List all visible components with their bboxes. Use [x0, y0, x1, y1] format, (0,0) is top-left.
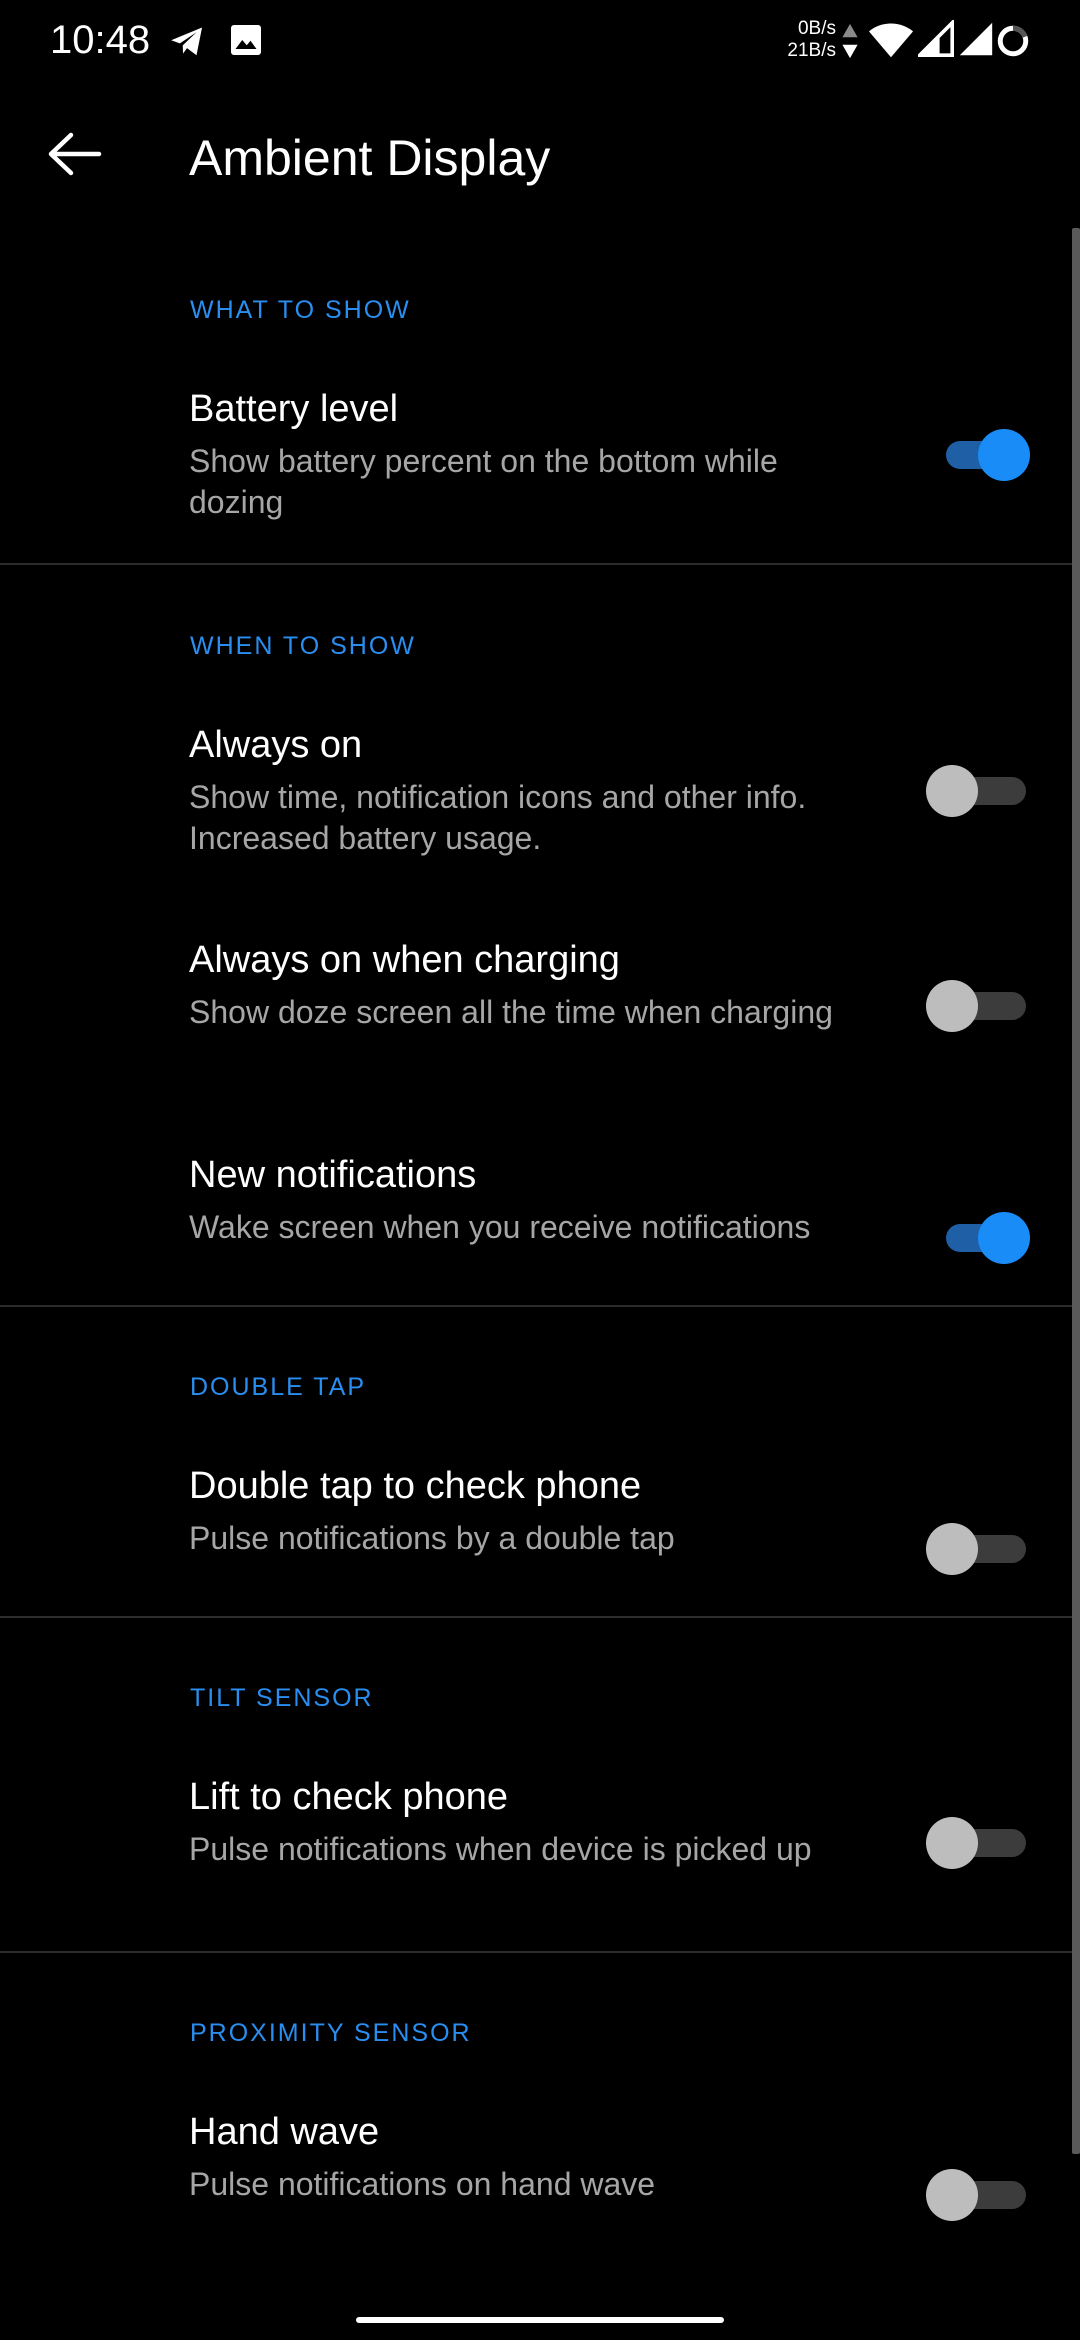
setting-always-on[interactable]: Always on Show time, notification icons …	[0, 721, 1072, 871]
battery-ring-icon	[996, 24, 1030, 64]
back-button[interactable]	[30, 120, 120, 192]
section-header-double-tap: DOUBLE TAP	[190, 1373, 367, 1401]
status-bar: 10:48 0B/s 21B/s	[0, 0, 1080, 80]
setting-summary: Show battery percent on the bottom while…	[189, 443, 778, 520]
app-bar: Ambient Display	[0, 80, 1080, 230]
setting-summary: Pulse notifications when device is picke…	[189, 1831, 812, 1867]
gallery-icon	[228, 22, 266, 60]
scrollbar[interactable]	[1072, 228, 1080, 2154]
setting-summary: Wake screen when you receive notificatio…	[189, 1209, 811, 1245]
setting-hand-wave[interactable]: Hand wave Pulse notifications on hand wa…	[0, 2108, 1072, 2221]
setting-title: Always on	[189, 724, 363, 766]
double-tap-switch[interactable]	[922, 1519, 1032, 1579]
setting-lift-to-check-phone[interactable]: Lift to check phone Pulse notifications …	[0, 1773, 1072, 1923]
setting-summary: Pulse notifications on hand wave	[189, 2166, 656, 2202]
lift-to-check-switch[interactable]	[922, 1813, 1032, 1873]
section-divider	[0, 563, 1072, 565]
setting-new-notifications[interactable]: New notifications Wake screen when you r…	[0, 1151, 1072, 1264]
gesture-nav-handle[interactable]	[356, 2317, 724, 2323]
section-divider	[0, 1305, 1072, 1307]
setting-always-on-when-charging[interactable]: Always on when charging Show doze screen…	[0, 936, 1072, 1086]
wifi-icon	[868, 20, 914, 60]
section-divider	[0, 1616, 1072, 1618]
setting-battery-level[interactable]: Battery level Show battery percent on th…	[0, 385, 1072, 535]
net-down-speed: 21B/s	[787, 40, 836, 61]
always-on-when-charging-switch[interactable]	[922, 976, 1032, 1036]
telegram-icon	[168, 22, 206, 60]
always-on-switch[interactable]	[922, 761, 1032, 821]
setting-title: Double tap to check phone	[189, 1465, 642, 1507]
section-header-tilt-sensor: TILT SENSOR	[190, 1684, 374, 1712]
hand-wave-switch[interactable]	[922, 2165, 1032, 2225]
setting-summary: Show time, notification icons and other …	[189, 779, 807, 856]
net-up-speed: 0B/s	[797, 18, 836, 39]
network-speed: 0B/s 21B/s	[772, 18, 836, 62]
signal-icon	[958, 20, 994, 60]
setting-double-tap-to-check-phone[interactable]: Double tap to check phone Pulse notifica…	[0, 1462, 1072, 1575]
page-title: Ambient Display	[189, 130, 551, 186]
status-time: 10:48	[50, 18, 151, 62]
signal-icon	[915, 18, 954, 60]
setting-summary: Show doze screen all the time when charg…	[189, 994, 833, 1030]
new-notifications-switch[interactable]	[922, 1208, 1032, 1268]
setting-title: Lift to check phone	[189, 1776, 508, 1818]
data-arrows-icon	[840, 22, 860, 62]
battery-level-switch[interactable]	[922, 425, 1032, 485]
setting-title: Battery level	[189, 388, 399, 430]
setting-title: Hand wave	[189, 2111, 380, 2153]
setting-title: Always on when charging	[189, 939, 620, 981]
setting-summary: Pulse notifications by a double tap	[189, 1520, 675, 1556]
section-header-proximity-sensor: PROXIMITY SENSOR	[190, 2019, 472, 2047]
section-divider	[0, 1951, 1072, 1953]
setting-title: New notifications	[189, 1154, 477, 1196]
section-header-when-to-show: WHEN TO SHOW	[190, 632, 416, 660]
section-header-what-to-show: WHAT TO SHOW	[190, 296, 411, 324]
arrow-left-icon	[47, 132, 103, 181]
